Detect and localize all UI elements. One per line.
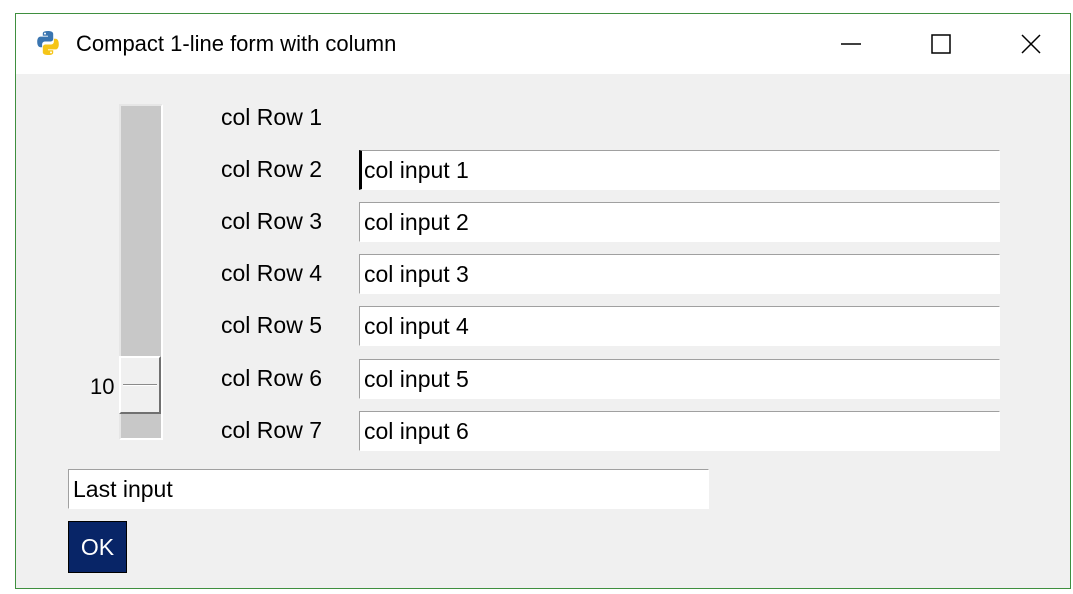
col-input-5[interactable] (359, 359, 1000, 399)
col-input-6[interactable] (359, 411, 1000, 451)
row-label-3: col Row 3 (221, 208, 322, 234)
slider-handle[interactable] (119, 356, 161, 414)
form-body: 10 col Row 1 col Row 2 col Row 3 col Row… (16, 74, 1070, 588)
row-label-1: col Row 1 (221, 104, 322, 130)
maximize-button[interactable] (896, 14, 986, 74)
python-icon (37, 31, 59, 55)
window-title: Compact 1-line form with column (76, 31, 397, 56)
ok-button[interactable]: OK (68, 521, 127, 573)
last-input[interactable] (68, 469, 709, 509)
title-bar[interactable]: Compact 1-line form with column (16, 14, 1070, 74)
col-input-1[interactable] (359, 150, 1000, 190)
slider-value-label: 10 (90, 374, 115, 399)
app-window: Compact 1-line form with column 10 col R… (15, 13, 1071, 589)
close-button[interactable] (986, 14, 1070, 74)
row-label-7: col Row 7 (221, 417, 322, 443)
maximize-icon (931, 34, 951, 54)
col-input-2[interactable] (359, 202, 1000, 242)
close-icon (1021, 34, 1041, 54)
minimize-icon (841, 43, 861, 45)
col-input-3[interactable] (359, 254, 1000, 294)
row-label-2: col Row 2 (221, 156, 322, 182)
row-label-6: col Row 6 (221, 365, 322, 391)
row-label-5: col Row 5 (221, 312, 322, 338)
col-input-4[interactable] (359, 306, 1000, 346)
minimize-button[interactable] (806, 14, 896, 74)
row-label-4: col Row 4 (221, 260, 322, 286)
